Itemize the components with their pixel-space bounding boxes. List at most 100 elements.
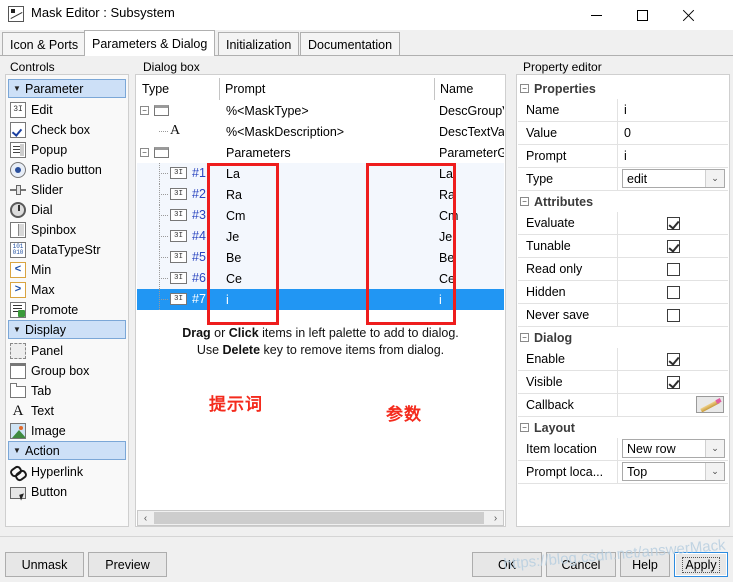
- palette-item-popup[interactable]: Popup: [10, 140, 126, 160]
- expand-collapse-icon[interactable]: −: [520, 333, 529, 342]
- palette-item-text[interactable]: A Text: [10, 401, 126, 421]
- column-header-type[interactable]: Type: [137, 78, 220, 100]
- ok-label: OK: [497, 557, 517, 572]
- property-section-layout[interactable]: − Layout: [518, 417, 728, 438]
- palette-item-label: Promote: [31, 303, 79, 317]
- scroll-right-icon[interactable]: ›: [488, 511, 503, 525]
- property-section-attributes[interactable]: − Attributes: [518, 191, 728, 212]
- promote-icon: [10, 302, 26, 318]
- chevron-down-icon[interactable]: ⌄: [705, 463, 724, 480]
- property-value-type: edit ⌄: [618, 168, 728, 190]
- palette-item-datatypestr[interactable]: 101 010 DataTypeStr: [10, 240, 126, 260]
- visible-checkbox[interactable]: [666, 375, 680, 389]
- evaluate-checkbox[interactable]: [666, 216, 680, 230]
- property-key: Value: [518, 122, 618, 144]
- palette-item-hyperlink[interactable]: Hyperlink: [10, 462, 126, 482]
- expand-collapse-icon[interactable]: −: [140, 106, 149, 115]
- minimize-button[interactable]: [573, 0, 619, 30]
- property-value-value[interactable]: 0: [618, 122, 728, 144]
- palette-section-display[interactable]: ▼ Display: [8, 320, 126, 339]
- palette-item-group-box[interactable]: Group box: [10, 361, 126, 381]
- expand-collapse-icon[interactable]: −: [520, 84, 529, 93]
- text-icon: A: [170, 123, 181, 138]
- tree-connector: [159, 173, 168, 174]
- unmask-button[interactable]: Unmask: [5, 552, 84, 577]
- cancel-button[interactable]: Cancel: [546, 552, 616, 577]
- edit-icon: 3I: [170, 167, 187, 179]
- tab-documentation[interactable]: Documentation: [300, 32, 401, 56]
- apply-button[interactable]: Apply: [674, 552, 728, 577]
- tab-icon-ports[interactable]: Icon & Ports: [2, 32, 87, 56]
- palette-item-panel[interactable]: Panel: [10, 341, 126, 361]
- row-type-cell: −: [137, 142, 220, 163]
- chevron-down-icon: ▼: [13, 83, 21, 93]
- chevron-down-icon[interactable]: ⌄: [705, 440, 724, 457]
- enable-checkbox[interactable]: [666, 352, 680, 366]
- palette-item-image[interactable]: Image: [10, 421, 126, 441]
- property-key: Type: [518, 168, 618, 190]
- expand-collapse-icon[interactable]: −: [140, 148, 149, 157]
- property-value-prompt[interactable]: i: [618, 145, 728, 167]
- scroll-left-icon[interactable]: ‹: [138, 511, 153, 525]
- palette-item-edit[interactable]: 3I Edit: [10, 100, 126, 120]
- tunable-checkbox[interactable]: [666, 239, 680, 253]
- checkbox-icon: [10, 122, 26, 138]
- table-row[interactable]: A %<MaskDescription> DescTextVar: [137, 121, 504, 142]
- property-row-value: Value 0: [518, 122, 728, 145]
- property-key: Prompt loca...: [518, 461, 618, 483]
- maximize-button[interactable]: [619, 0, 665, 30]
- expand-collapse-icon[interactable]: −: [520, 423, 529, 432]
- popup-icon: [10, 142, 26, 158]
- column-header-name[interactable]: Name: [435, 78, 504, 100]
- hidden-checkbox[interactable]: [666, 285, 680, 299]
- palette-item-label: Text: [31, 404, 54, 418]
- palette-item-button[interactable]: Button: [10, 482, 126, 502]
- table-row[interactable]: − Parameters ParameterGroupVar: [137, 142, 504, 163]
- palette-section-action[interactable]: ▼ Action: [8, 441, 126, 460]
- row-index: #5: [192, 250, 206, 264]
- dialog-horizontal-scrollbar[interactable]: ‹ ›: [137, 510, 504, 526]
- property-section-properties[interactable]: − Properties: [518, 78, 728, 99]
- property-section-label: Attributes: [534, 194, 594, 209]
- palette-item-spinbox[interactable]: Spinbox: [10, 220, 126, 240]
- palette-item-slider[interactable]: Slider: [10, 180, 126, 200]
- help-button[interactable]: Help: [620, 552, 670, 577]
- property-row-prompt-location: Prompt loca... Top ⌄: [518, 461, 728, 484]
- slider-icon: [10, 182, 26, 198]
- read-only-checkbox[interactable]: [666, 262, 680, 276]
- palette-item-min[interactable]: < Min: [10, 260, 126, 280]
- prompt-location-dropdown[interactable]: Top ⌄: [622, 462, 725, 481]
- palette-item-check-box[interactable]: Check box: [10, 120, 126, 140]
- property-value-name[interactable]: i: [618, 99, 728, 121]
- tab-initialization[interactable]: Initialization: [218, 32, 300, 56]
- ok-button[interactable]: OK: [472, 552, 542, 577]
- palette-item-max[interactable]: > Max: [10, 280, 126, 300]
- tab-parameters-dialog[interactable]: Parameters & Dialog: [84, 30, 216, 56]
- preview-button[interactable]: Preview: [88, 552, 167, 577]
- property-row-name: Name i: [518, 99, 728, 122]
- property-section-dialog[interactable]: − Dialog: [518, 327, 728, 348]
- palette-item-tab[interactable]: Tab: [10, 381, 126, 401]
- palette-section-parameter[interactable]: ▼ Parameter: [8, 79, 126, 98]
- help-label: Help: [632, 557, 658, 572]
- type-dropdown[interactable]: edit ⌄: [622, 169, 725, 188]
- row-prompt-cell: %<MaskType>: [226, 103, 309, 118]
- never-save-checkbox[interactable]: [666, 308, 680, 322]
- scrollbar-thumb[interactable]: [154, 512, 484, 524]
- palette-item-promote[interactable]: Promote: [10, 300, 126, 320]
- column-header-prompt[interactable]: Prompt: [220, 78, 435, 100]
- tree-connector: [159, 131, 168, 132]
- property-value-callback: [618, 394, 728, 416]
- close-button[interactable]: [665, 0, 711, 30]
- table-row[interactable]: − %<MaskType> DescGroupVar: [137, 100, 504, 121]
- property-value-prompt-location: Top ⌄: [618, 461, 728, 483]
- expand-collapse-icon[interactable]: −: [520, 197, 529, 206]
- palette-item-dial[interactable]: Dial: [10, 200, 126, 220]
- palette-item-radio-button[interactable]: Radio button: [10, 160, 126, 180]
- pencil-icon[interactable]: [696, 396, 724, 413]
- item-location-dropdown[interactable]: New row ⌄: [622, 439, 725, 458]
- datatypestr-icon: 101 010: [10, 242, 26, 258]
- chevron-down-icon[interactable]: ⌄: [705, 170, 724, 187]
- row-name-cell: ParameterGroupVar: [439, 145, 504, 160]
- palette-item-label: Check box: [31, 123, 91, 137]
